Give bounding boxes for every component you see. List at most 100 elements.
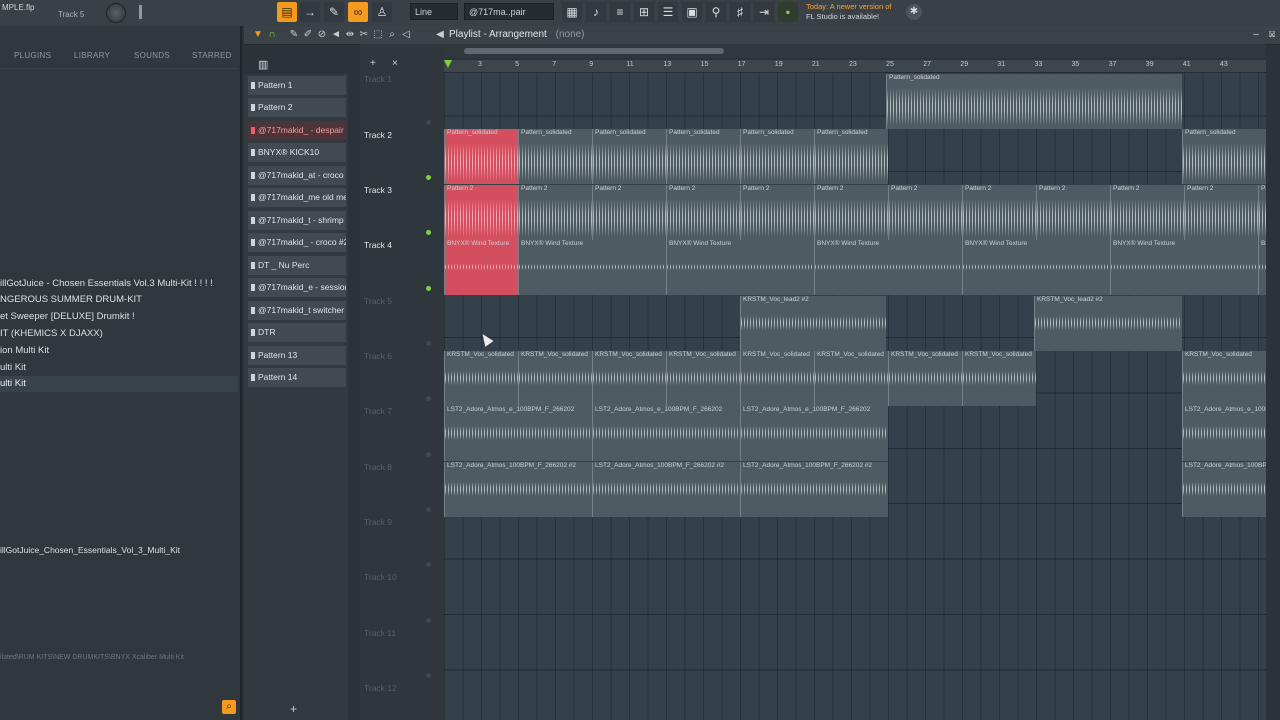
arrangement-selector[interactable]: (none) bbox=[556, 29, 585, 40]
browser-item-selected[interactable]: ulti Kit bbox=[0, 376, 238, 392]
audio-clip[interactable]: KRSTM_Voc_solidated bbox=[740, 351, 814, 406]
track-mute-led[interactable] bbox=[426, 396, 431, 401]
settings-icon[interactable]: ✱ bbox=[906, 4, 922, 20]
pattern-item[interactable]: @717makid_t - shrimp bbox=[248, 211, 346, 230]
channel-rack-icon[interactable]: ≡ bbox=[610, 2, 630, 22]
pattern-item[interactable]: DT _ Nu Perc bbox=[248, 256, 346, 275]
audio-clip[interactable]: LST2_Adore_Atmos_100BPM_F_266202 #2 bbox=[592, 461, 740, 517]
browser-item[interactable]: IT (KHEMICS X DJAXX) bbox=[0, 326, 238, 342]
step-edit-icon[interactable]: → bbox=[300, 2, 320, 22]
tab-library[interactable]: LIBRARY bbox=[74, 51, 110, 60]
track-mute-led[interactable] bbox=[426, 175, 431, 180]
track-name[interactable]: Track 5 bbox=[364, 296, 392, 306]
audio-clip[interactable]: Pattern 2 bbox=[1258, 184, 1266, 240]
audio-clip[interactable]: KRSTM_Voc_solidated bbox=[444, 351, 518, 406]
browser-item[interactable]: ulti Kit bbox=[0, 360, 238, 376]
tab-plugins[interactable]: PLUGINS bbox=[14, 51, 51, 60]
browser-item[interactable]: illGotJuice - Chosen Essentials Vol.3 Mu… bbox=[0, 276, 238, 292]
audio-clip[interactable]: Pattern 2 bbox=[962, 184, 1036, 240]
tempo-icon[interactable]: ♯ bbox=[730, 2, 750, 22]
audio-clip[interactable]: KRSTM_Voc_solidated bbox=[962, 351, 1036, 406]
paint-tool-icon[interactable]: ✐ bbox=[302, 29, 314, 41]
track-name[interactable]: Track 11 bbox=[364, 628, 396, 638]
draw-tool-icon[interactable]: ✎ bbox=[288, 29, 300, 41]
audio-clip[interactable]: LST2_Adore_Atmos_e_100BPM_F_266202 bbox=[740, 406, 888, 462]
audio-clip[interactable]: Pattern_solidated bbox=[666, 129, 740, 185]
audio-clip[interactable]: Pattern 2 bbox=[666, 184, 740, 240]
metronome-icon[interactable]: ♙ bbox=[372, 2, 392, 22]
track-mute-led[interactable] bbox=[426, 341, 431, 346]
snap-magnet-icon[interactable]: ∩ bbox=[266, 29, 278, 41]
pattern-item[interactable]: DTR bbox=[248, 323, 346, 342]
track-name[interactable]: Track 8 bbox=[364, 462, 392, 472]
playlist-icon[interactable]: ▦ bbox=[562, 2, 582, 22]
arrangement-arrow-icon[interactable]: ◀ bbox=[434, 29, 446, 41]
picker-mode-icon[interactable]: ▥ bbox=[258, 58, 274, 72]
project-icon[interactable]: ▣ bbox=[682, 2, 702, 22]
audio-clip[interactable]: Pattern_solidated bbox=[740, 129, 814, 185]
track-mute-led[interactable] bbox=[426, 230, 431, 235]
delete-tool-icon[interactable]: ⊘ bbox=[316, 29, 328, 41]
audio-clip[interactable]: Pattern 2 bbox=[1110, 184, 1184, 240]
mute-tool-icon[interactable]: ◄ bbox=[330, 29, 342, 41]
pattern-item[interactable]: BNYX® KICK10 bbox=[248, 143, 346, 162]
audio-clip[interactable]: LST2_Adore_Atmos_e_100BPM_F_266202 bbox=[444, 406, 592, 462]
track-mute-led[interactable] bbox=[426, 120, 431, 125]
pattern-item[interactable]: @717makid_e - session bbox=[248, 278, 346, 297]
audio-clip[interactable]: LST2_Adore_Atmos_e_100BPM_F_266202 bbox=[1182, 406, 1266, 462]
track-mute-led[interactable] bbox=[426, 618, 431, 623]
audio-clip[interactable]: KRSTM_Voc_lead2 #2 bbox=[740, 295, 886, 351]
audio-clip[interactable]: KRSTM_Voc_solidated bbox=[666, 351, 740, 406]
audio-clip[interactable]: LST2_Adore_Atmos_e_100BPM_F_266202 bbox=[592, 406, 740, 462]
audio-clip[interactable]: LST2_Adore_Atmos_100BPM_F_266202 #2 bbox=[444, 461, 592, 517]
browser-item[interactable]: NGEROUS SUMMER DRUM-KIT bbox=[0, 292, 238, 308]
track-name[interactable]: Track 4 bbox=[364, 240, 392, 250]
audio-clip[interactable]: KRSTM_Voc_solidated bbox=[888, 351, 962, 406]
audio-clip[interactable]: LST2_Adore_Atmos_100BPM_F_266202 #2 bbox=[1182, 461, 1266, 517]
mixer-icon[interactable]: ⊞ bbox=[634, 2, 654, 22]
audio-clip[interactable]: KRSTM_Voc_solidated bbox=[1182, 351, 1266, 406]
audio-clip[interactable]: BNYX® Wind Texture bbox=[814, 240, 962, 296]
browser-icon[interactable]: ☰ bbox=[658, 2, 678, 22]
audio-clip[interactable]: BNYX® Wind Texture bbox=[518, 240, 666, 296]
plugin-icon[interactable]: ⚲ bbox=[706, 2, 726, 22]
audio-clip[interactable]: Pattern 2 bbox=[814, 184, 888, 240]
link-icon[interactable]: ∞ bbox=[348, 2, 368, 22]
track-name[interactable]: Track 12 bbox=[364, 683, 397, 693]
add-track-icon[interactable]: + bbox=[370, 58, 376, 69]
audio-clip[interactable]: KRSTM_Voc_lead2 #2 bbox=[1034, 295, 1182, 351]
audio-clip[interactable]: KRSTM_Voc_solidated bbox=[518, 351, 592, 406]
pattern-item[interactable]: @717makid_t switcher bbox=[248, 301, 346, 320]
audio-clip[interactable]: Pattern_solidated bbox=[886, 74, 1182, 129]
pencil-icon[interactable]: ✎ bbox=[324, 2, 344, 22]
pattern-item[interactable]: Pattern 2 bbox=[248, 98, 346, 117]
audio-clip[interactable]: Pattern 2 bbox=[888, 184, 962, 240]
track-name[interactable]: Track 6 bbox=[364, 351, 392, 361]
minimize-icon[interactable]: – bbox=[1250, 29, 1262, 41]
audio-clip[interactable]: BNYX® Wind Texture bbox=[666, 240, 814, 296]
master-pitch-slider[interactable] bbox=[132, 3, 150, 21]
playlist-menu-icon[interactable]: ▼ bbox=[252, 29, 264, 41]
collapse-icon[interactable]: × bbox=[392, 58, 398, 69]
close-icon[interactable]: × bbox=[1266, 30, 1278, 42]
slip-tool-icon[interactable]: ⇹ bbox=[344, 29, 356, 41]
vertical-scrollbar[interactable] bbox=[1268, 60, 1278, 720]
audio-clip[interactable]: KRSTM_Voc_solidated bbox=[814, 351, 888, 406]
audio-clip[interactable]: Pattern 2 bbox=[1036, 184, 1110, 240]
track-name[interactable]: Track 3 bbox=[364, 185, 392, 195]
track-name[interactable]: Track 7 bbox=[364, 406, 392, 416]
zoom-tool-icon[interactable]: ⌕ bbox=[386, 29, 398, 41]
playhead-marker[interactable] bbox=[444, 60, 452, 68]
audio-clip[interactable]: Pattern 2 bbox=[740, 184, 814, 240]
track-name[interactable]: Track 2 bbox=[364, 130, 392, 140]
browser-item[interactable]: et Sweeper [DELUXE] Drumkit ! bbox=[0, 309, 238, 325]
audio-clip[interactable]: Pattern 2 bbox=[592, 184, 666, 240]
track-name[interactable]: Track 1 bbox=[364, 74, 392, 84]
pattern-selector[interactable]: @717ma..pair bbox=[464, 3, 554, 20]
track-mute-led[interactable] bbox=[426, 452, 431, 457]
pattern-item[interactable]: @717makid_me old me bbox=[248, 188, 346, 207]
track-name[interactable]: Track 9 bbox=[364, 517, 392, 527]
browser-item[interactable]: ion Multi Kit bbox=[0, 343, 238, 359]
tab-starred[interactable]: STARRED bbox=[192, 51, 232, 60]
select-tool-icon[interactable]: ⬚ bbox=[372, 29, 384, 41]
